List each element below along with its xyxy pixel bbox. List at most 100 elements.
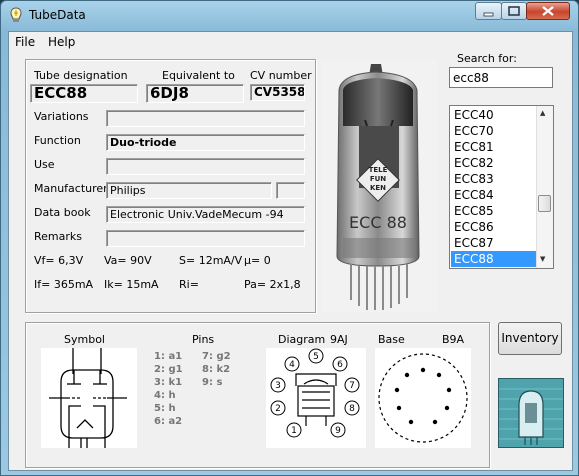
svg-text:8: 8 bbox=[349, 404, 355, 414]
variations-field[interactable] bbox=[106, 110, 305, 127]
scroll-up-icon[interactable]: ▲ bbox=[540, 109, 545, 117]
pin-entry: 3: k1 bbox=[154, 377, 183, 388]
manufacturer-label: Manufacturer bbox=[34, 182, 108, 195]
search-label: Search for: bbox=[457, 52, 517, 65]
diagram-group: Symbol Pins Diagram 9AJ Base B9A 1: a1 2… bbox=[25, 322, 490, 468]
base-panel bbox=[375, 348, 471, 448]
svg-text:4: 4 bbox=[289, 360, 295, 370]
list-item[interactable]: ECC82 bbox=[451, 155, 537, 171]
function-label: Function bbox=[34, 134, 81, 147]
search-input[interactable] bbox=[449, 67, 553, 88]
menu-bar: File Help bbox=[9, 32, 572, 51]
spec-ri: Ri= bbox=[179, 278, 199, 291]
inventory-button[interactable]: Inventory bbox=[498, 322, 562, 355]
equivalent-header: Equivalent to bbox=[162, 69, 235, 82]
pin-entry: 9: s bbox=[202, 377, 223, 388]
remarks-label: Remarks bbox=[34, 230, 82, 243]
client-area: File Help Tube designation Equivalent to… bbox=[8, 31, 573, 471]
close-icon bbox=[542, 6, 554, 16]
base-layout-icon bbox=[378, 353, 468, 443]
maximize-button[interactable] bbox=[501, 2, 527, 20]
scroll-down-icon[interactable]: ▼ bbox=[540, 255, 545, 263]
list-item[interactable]: ECC40 bbox=[451, 107, 537, 123]
tube-app-icon bbox=[10, 7, 22, 22]
diagram-code: 9AJ bbox=[330, 333, 348, 346]
minimize-icon bbox=[483, 12, 494, 17]
tube-list[interactable]: ECC40 ECC70 ECC81 ECC82 ECC83 ECC84 ECC8… bbox=[449, 105, 554, 269]
cv-header: CV number bbox=[250, 69, 312, 82]
pins-label: Pins bbox=[192, 333, 215, 346]
pins-column-right: 7: g2 8: k2 9: s bbox=[202, 350, 231, 389]
pin-entry: 4: h bbox=[154, 390, 176, 401]
svg-text:9: 9 bbox=[335, 426, 341, 436]
variations-label: Variations bbox=[34, 110, 89, 123]
glass-type-text: ECC 88 bbox=[349, 213, 407, 232]
pin-entry: 8: k2 bbox=[202, 364, 231, 375]
window-title: TubeData bbox=[29, 8, 86, 22]
svg-text:1: 1 bbox=[291, 426, 297, 436]
svg-text:5: 5 bbox=[313, 352, 319, 362]
pin-entry: 7: g2 bbox=[202, 351, 231, 362]
tube-photo: TELE FUN KEN ECC 88 bbox=[321, 60, 437, 312]
tube-logo-icon bbox=[499, 379, 563, 447]
list-item[interactable]: ECC81 bbox=[451, 139, 537, 155]
tube-info-group: Tube designation Equivalent to CV number… bbox=[25, 59, 316, 313]
function-field[interactable]: Duo-triode bbox=[106, 134, 305, 151]
spec-if: If= 365mA bbox=[34, 278, 94, 291]
diagram-panel: 4 5 6 7 8 9 1 2 3 bbox=[266, 348, 366, 448]
menu-file[interactable]: File bbox=[15, 35, 35, 49]
use-field[interactable] bbox=[106, 158, 305, 175]
pin-entry: 5: h bbox=[154, 403, 176, 414]
spec-mu: µ= 0 bbox=[244, 254, 271, 267]
app-window: TubeData File Help Tube designation Equi… bbox=[0, 0, 579, 476]
svg-text:7: 7 bbox=[349, 381, 355, 391]
spec-vf: Vf= 6,3V bbox=[34, 254, 84, 267]
list-item-selected[interactable]: ECC88 bbox=[451, 251, 537, 267]
menu-help[interactable]: Help bbox=[48, 35, 75, 49]
title-bar[interactable]: TubeData bbox=[1, 1, 578, 29]
list-item[interactable]: ECC86 bbox=[451, 219, 537, 235]
svg-text:2: 2 bbox=[275, 404, 281, 414]
list-item[interactable]: ECC83 bbox=[451, 171, 537, 187]
list-scrollbar[interactable]: ▲ ▼ bbox=[536, 106, 553, 268]
base-label: Base bbox=[378, 333, 405, 346]
list-item[interactable]: ECC87 bbox=[451, 235, 537, 251]
spec-ik: Ik= 15mA bbox=[104, 278, 159, 291]
base-code: B9A bbox=[442, 333, 465, 346]
close-button[interactable] bbox=[526, 2, 570, 20]
scroll-thumb[interactable] bbox=[538, 195, 551, 212]
list-item[interactable]: ECC70 bbox=[451, 123, 537, 139]
diagram-label: Diagram bbox=[278, 333, 326, 346]
remarks-field[interactable] bbox=[106, 230, 305, 247]
pin-entry: 6: a2 bbox=[154, 416, 183, 427]
spec-va: Va= 90V bbox=[104, 254, 152, 267]
equivalent-field[interactable]: 6DJ8 bbox=[146, 84, 244, 103]
svg-text:3: 3 bbox=[275, 381, 281, 391]
manufacturer-extra-field[interactable] bbox=[276, 182, 305, 199]
use-label: Use bbox=[34, 158, 55, 171]
pin-entry: 1: a1 bbox=[154, 351, 183, 362]
manufacturer-field[interactable]: Philips bbox=[106, 182, 272, 199]
symbol-label: Symbol bbox=[64, 333, 105, 346]
designation-field[interactable]: ECC88 bbox=[30, 84, 138, 103]
cv-field[interactable]: CV5358 bbox=[250, 84, 305, 101]
pin-entry: 2: g1 bbox=[154, 364, 183, 375]
glass-brand-line1: TELE bbox=[369, 166, 388, 174]
databook-field[interactable]: Electronic Univ.VadeMecum -94 bbox=[106, 206, 305, 223]
designation-header: Tube designation bbox=[34, 69, 128, 82]
minimize-button[interactable] bbox=[475, 2, 502, 20]
pin-diagram-icon: 4 5 6 7 8 9 1 2 3 bbox=[270, 348, 360, 438]
app-logo bbox=[498, 378, 564, 448]
list-item[interactable]: ECC84 bbox=[451, 187, 537, 203]
glass-brand-line3: KEN bbox=[370, 184, 386, 192]
glass-brand-line2: FUN bbox=[370, 175, 386, 183]
spec-s: S= 12mA/V bbox=[179, 254, 243, 267]
svg-text:6: 6 bbox=[337, 360, 343, 370]
list-item[interactable]: ECC85 bbox=[451, 203, 537, 219]
maximize-icon bbox=[508, 6, 520, 16]
spec-pa: Pa= 2x1,8 bbox=[244, 278, 301, 291]
pins-column-left: 1: a1 2: g1 3: k1 4: h 5: h 6: a2 bbox=[154, 350, 183, 428]
symbol-panel bbox=[41, 348, 137, 448]
tube-photo-graphic: TELE FUN KEN ECC 88 bbox=[321, 60, 437, 312]
triode-symbol-icon bbox=[49, 348, 127, 448]
